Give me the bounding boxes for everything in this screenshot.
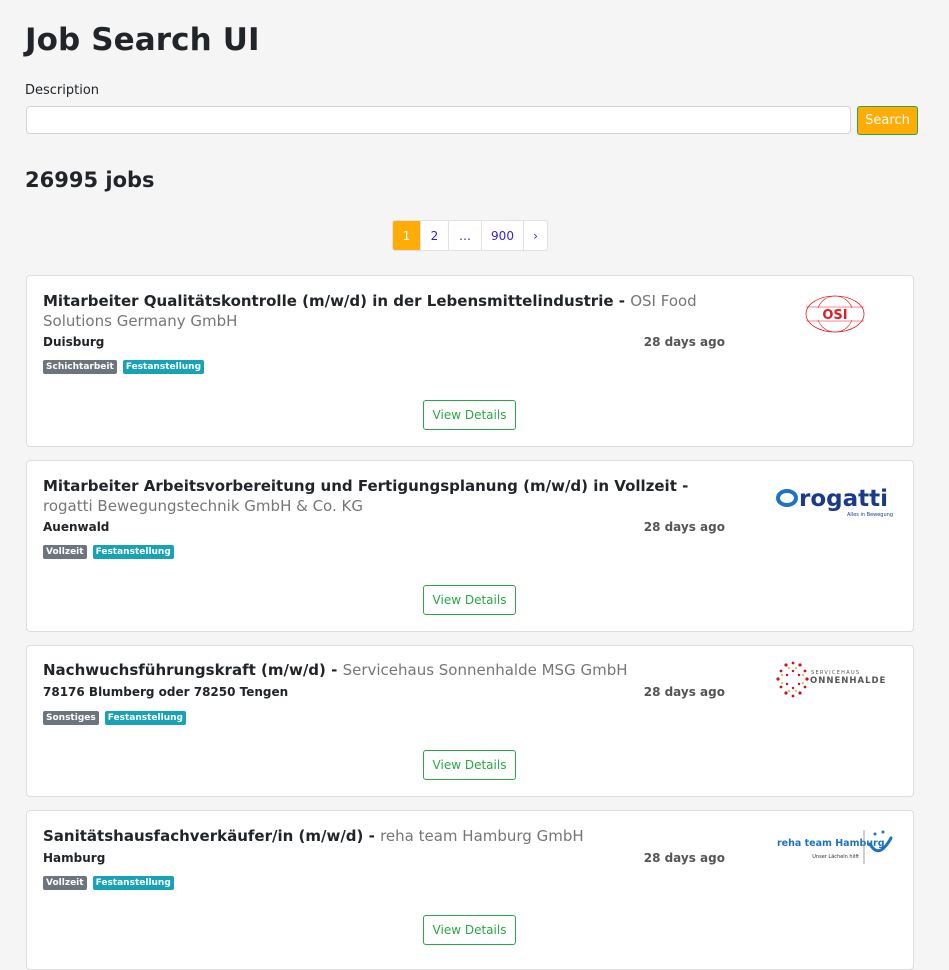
tag-badge: Festanstellung [92, 876, 174, 890]
page-ellipsis[interactable]: … [449, 221, 482, 250]
job-location: Auenwald [43, 520, 110, 534]
osi-logo-icon: OSI [805, 295, 864, 332]
tag-badge: Sonstiges [43, 711, 99, 725]
job-card: Mitarbeiter Arbeitsvorbereitung und Fert… [26, 460, 914, 632]
job-tags: Schichtarbeit Festanstellung [43, 360, 205, 374]
job-title-line: Mitarbeiter Arbeitsvorbereitung und Fert… [43, 476, 733, 516]
tag-badge: Festanstellung [122, 360, 205, 374]
reha-team-logo-icon: reha team Hamburg Unser Lächeln hilft [777, 829, 892, 864]
job-tags: Vollzeit Festanstellung [43, 876, 174, 890]
description-label: Description [25, 83, 100, 98]
job-title-line: Mitarbeiter Qualitätskontrolle (m/w/d) i… [43, 291, 733, 331]
job-title[interactable]: Sanitätshausfachverkäufer/in (m/w/d) [43, 827, 363, 845]
job-title[interactable]: Nachwuchsführungskraft (m/w/d) [43, 661, 326, 679]
job-count: 26995 jobs [25, 168, 155, 192]
page-2[interactable]: 2 [421, 221, 449, 250]
page-1[interactable]: 1 [393, 221, 421, 250]
view-details-button[interactable]: View Details [423, 585, 516, 615]
company-logo: reha team Hamburg Unser Lächeln hilft [772, 823, 897, 868]
job-age: 28 days ago [643, 685, 725, 699]
title-separator: - [363, 827, 381, 845]
job-location: Hamburg [43, 851, 106, 865]
title-separator: - [325, 661, 343, 679]
description-input[interactable] [26, 106, 851, 134]
company-name: Servicehaus Sonnenhalde MSG GmbH [342, 661, 628, 679]
job-location: Duisburg [43, 335, 105, 349]
rogatti-logo-icon: rogatti Alles in Bewegung [775, 486, 893, 518]
job-card: Nachwuchsführungskraft (m/w/d) - Service… [26, 645, 914, 797]
job-card: Sanitätshausfachverkäufer/in (m/w/d) - r… [26, 810, 914, 970]
search-button[interactable]: Search [857, 106, 918, 135]
job-card: Mitarbeiter Qualitätskontrolle (m/w/d) i… [26, 275, 914, 447]
logo-subtext: Unser Lächeln hilft [812, 854, 859, 860]
company-name: rogatti Bewegungstechnik GmbH & Co. KG [43, 497, 363, 515]
page-title: Job Search UI [25, 22, 260, 58]
job-tags: Vollzeit Festanstellung [43, 545, 174, 559]
logo-subtext: Alles in Bewegung [847, 512, 893, 518]
logo-text: ONNENHALDE [810, 676, 886, 686]
title-separator: - [613, 292, 631, 310]
tag-badge: Festanstellung [92, 545, 174, 559]
view-details-button[interactable]: View Details [423, 750, 516, 780]
logo-text: reha team Hamburg [777, 838, 885, 849]
tag-badge: Festanstellung [104, 711, 186, 725]
logo-text: OSI [822, 308, 847, 323]
tag-badge: Vollzeit [43, 545, 87, 559]
company-logo: OSI [772, 291, 897, 336]
next-page-button[interactable]: › [524, 221, 547, 250]
job-age: 28 days ago [643, 335, 725, 349]
pagination: 1 2 … 900 › [392, 220, 548, 251]
sonnenhalde-logo-icon: SERVICEHAUS ONNENHALDE [775, 661, 886, 697]
page-900[interactable]: 900 [482, 221, 524, 250]
logo-text: rogatti [799, 486, 888, 512]
title-separator: - [676, 477, 689, 495]
job-tags: Sonstiges Festanstellung [43, 711, 186, 725]
job-age: 28 days ago [643, 851, 725, 865]
page: Job Search UI Description Search 26995 j… [0, 0, 949, 970]
view-details-button[interactable]: View Details [423, 915, 516, 945]
tag-badge: Schichtarbeit [43, 360, 117, 374]
view-details-button[interactable]: View Details [423, 400, 516, 430]
job-title-line: Sanitätshausfachverkäufer/in (m/w/d) - r… [43, 826, 733, 846]
job-age: 28 days ago [643, 520, 725, 534]
job-title[interactable]: Mitarbeiter Qualitätskontrolle (m/w/d) i… [43, 292, 614, 310]
job-title[interactable]: Mitarbeiter Arbeitsvorbereitung und Fert… [43, 477, 677, 495]
job-location: 78176 Blumberg oder 78250 Tengen [43, 685, 289, 699]
tag-badge: Vollzeit [43, 876, 87, 890]
company-name: reha team Hamburg GmbH [380, 827, 584, 845]
company-logo: SERVICEHAUS ONNENHALDE [772, 658, 897, 703]
job-title-line: Nachwuchsführungskraft (m/w/d) - Service… [43, 660, 733, 680]
company-logo: rogatti Alles in Bewegung [772, 476, 897, 521]
